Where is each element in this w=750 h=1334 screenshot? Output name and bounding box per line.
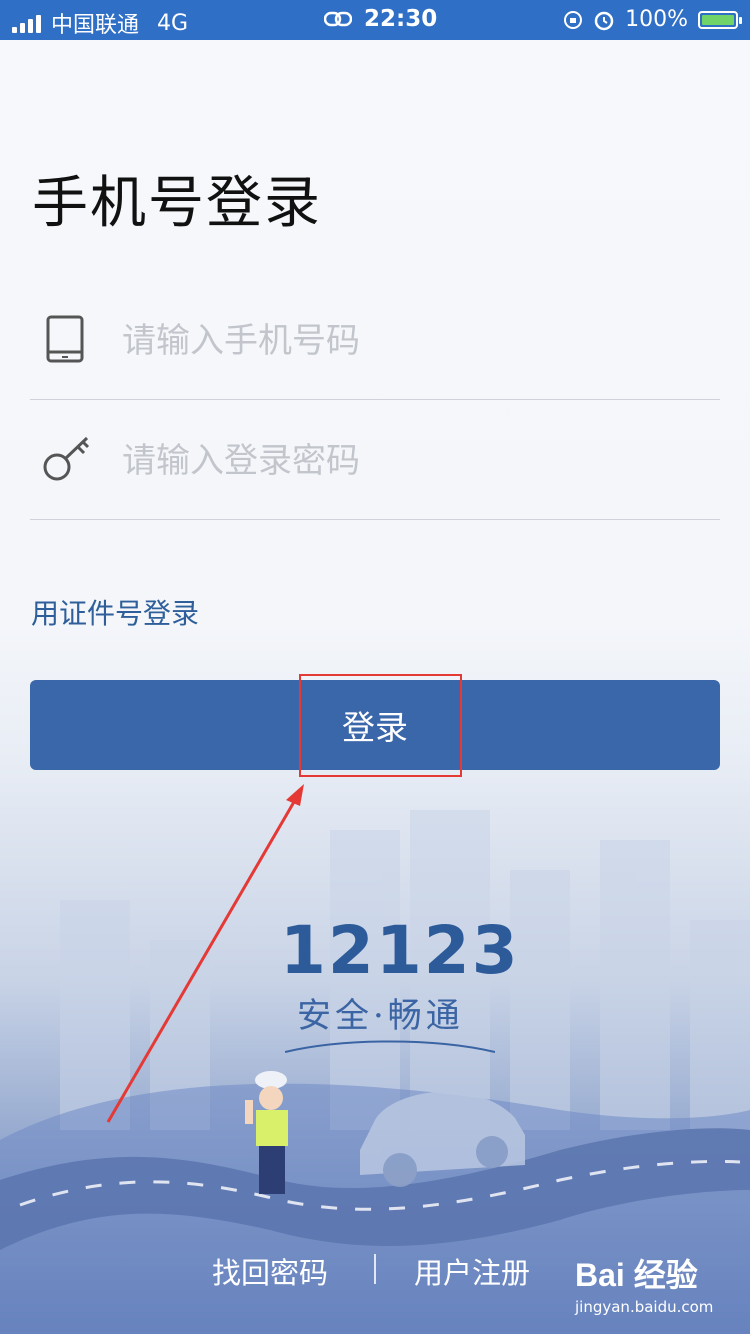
watermark-url: jingyan.baidu.com (575, 1298, 714, 1316)
app-logo-12123: 12123 (280, 912, 520, 989)
register-link[interactable]: 用户注册 (414, 1250, 530, 1292)
app-slogan: 安全·畅通 (297, 996, 464, 1036)
annotation-arrow (106, 784, 304, 1123)
watermark-brand: Bai 经验 (575, 1257, 698, 1293)
baidu-watermark: Bai 经验 jingyan.baidu.com (575, 1250, 713, 1316)
logo-swoosh (285, 1040, 495, 1053)
footer-divider (374, 1254, 376, 1284)
recover-password-link[interactable]: 找回密码 (212, 1250, 328, 1292)
